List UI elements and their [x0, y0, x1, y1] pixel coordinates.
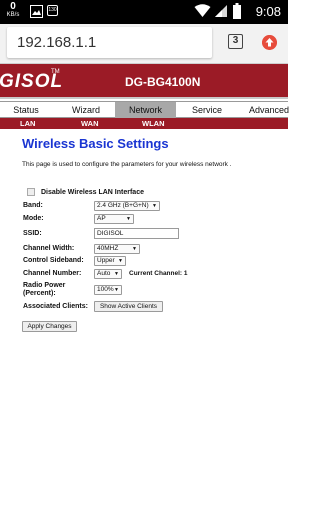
ssid-label: SSID: [23, 230, 42, 237]
apply-changes-label: Apply Changes [27, 323, 72, 330]
nav-tab-label: Network [128, 105, 162, 115]
chevron-down-icon: ▼ [118, 258, 123, 264]
show-active-clients-label: Show Active Clients [99, 303, 158, 310]
apply-changes-button[interactable]: Apply Changes [22, 321, 77, 332]
radio-power-value: 100% [97, 286, 114, 293]
main-navigation: Status Wizard Network Service Advanced [0, 101, 289, 118]
network-speed-value: 0 [10, 1, 16, 12]
mode-label: Mode: [23, 215, 44, 222]
mode-select-value: AP [97, 215, 106, 222]
subnav-lan[interactable]: LAN [20, 118, 35, 129]
radio-power-label: Radio Power [23, 282, 66, 289]
router-model: DG-BG4100N [125, 75, 201, 89]
subnav-wlan[interactable]: WLAN [142, 118, 165, 129]
page-title: Wireless Basic Settings [22, 136, 169, 151]
channel-number-value: Auto [97, 270, 111, 277]
chevron-down-icon: ▼ [132, 246, 137, 252]
nav-tab-wizard[interactable]: Wizard [58, 102, 114, 118]
tab-switcher-button[interactable]: 3 [228, 34, 243, 49]
network-speed-indicator: 0 KB/s [4, 1, 22, 19]
nav-tab-label: Advanced [248, 105, 290, 115]
page-description: This page is used to configure the param… [22, 161, 232, 168]
android-status-bar: 0 KB/s 130 9:08 [0, 0, 288, 24]
badge-notification-icon: 130 [47, 5, 58, 16]
show-active-clients-button[interactable]: Show Active Clients [94, 301, 163, 312]
nav-tab-label: Status [13, 105, 39, 115]
router-header-banner: GISOL TM DG-BG4100N [0, 64, 288, 99]
radio-power-label-unit: (Percent): [23, 290, 56, 297]
cell-signal-icon [215, 5, 227, 17]
address-bar[interactable]: 192.168.1.1 [7, 27, 212, 58]
band-label: Band: [23, 202, 43, 209]
channel-width-select[interactable]: 40MHZ ▼ [94, 244, 140, 254]
nav-tab-advanced[interactable]: Advanced [240, 102, 298, 118]
channel-width-value: 40MHZ [97, 245, 119, 252]
control-sideband-label: Control Sideband: [23, 257, 84, 264]
ssid-input-value: DIGISOL [97, 230, 124, 237]
current-channel-label: Current Channel: 1 [129, 270, 188, 277]
tab-count-label: 3 [232, 35, 239, 46]
chevron-down-icon: ▼ [114, 271, 119, 277]
chevron-down-icon: ▼ [126, 216, 131, 222]
disable-wlan-checkbox[interactable] [27, 188, 35, 196]
mode-select[interactable]: AP ▼ [94, 214, 134, 224]
image-notification-icon [30, 5, 43, 18]
nav-tab-status[interactable]: Status [0, 102, 52, 118]
channel-number-select[interactable]: Auto ▼ [94, 269, 122, 279]
channel-number-label: Channel Number: [23, 270, 82, 277]
chrome-update-icon[interactable] [262, 35, 277, 50]
ssid-input[interactable]: DIGISOL [94, 228, 179, 239]
radio-power-select[interactable]: 100% ▼ [94, 285, 122, 295]
brand-trademark: TM [51, 69, 60, 75]
chevron-down-icon: ▼ [152, 203, 157, 209]
nav-tab-network[interactable]: Network [115, 102, 176, 118]
browser-toolbar: 192.168.1.1 3 [0, 24, 288, 64]
address-bar-url[interactable]: 192.168.1.1 [17, 34, 96, 51]
battery-icon [233, 3, 241, 19]
disable-wlan-label: Disable Wireless LAN Interface [40, 188, 144, 196]
control-sideband-select[interactable]: Upper ▼ [94, 256, 126, 266]
nav-tab-label: Service [191, 105, 222, 115]
chevron-down-icon: ▼ [114, 287, 119, 293]
band-select[interactable]: 2.4 GHz (B+G+N) ▼ [94, 201, 160, 211]
network-speed-unit: KB/s [6, 12, 20, 18]
nav-tab-service[interactable]: Service [180, 102, 234, 118]
associated-clients-label: Associated Clients: [23, 303, 88, 310]
sub-navigation: LAN WAN WLAN [0, 118, 288, 129]
wifi-signal-icon [194, 4, 211, 17]
band-select-value: 2.4 GHz (B+G+N) [97, 202, 149, 209]
subnav-wan[interactable]: WAN [81, 118, 99, 129]
control-sideband-value: Upper [97, 257, 115, 264]
notification-badge-count: 130 [48, 7, 57, 13]
clock-time: 9:08 [255, 4, 281, 19]
channel-width-label: Channel Width: [23, 245, 75, 252]
disable-wlan-row: Disable Wireless LAN Interface [27, 188, 144, 196]
nav-tab-label: Wizard [71, 105, 100, 115]
